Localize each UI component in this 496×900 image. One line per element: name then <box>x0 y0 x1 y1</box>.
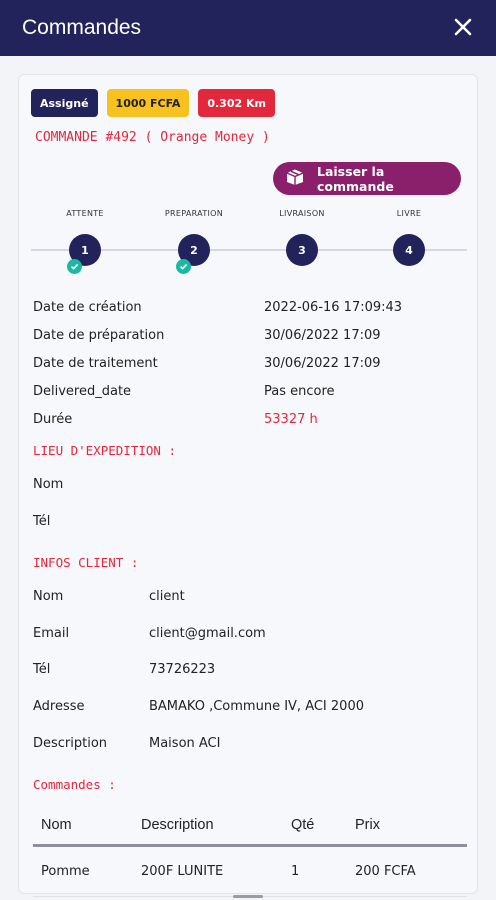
client-value: client <box>149 589 185 604</box>
client-value: Maison ACI <box>149 736 221 751</box>
leave-order-label: Laisser la commande <box>317 163 394 194</box>
detail-row: Date de préparation 30/06/2022 17:09 <box>33 321 473 349</box>
detail-row: Date de création 2022-06-16 17:09:43 <box>33 293 473 321</box>
detail-row: Durée 53327 h <box>33 405 473 433</box>
detail-key: Date de préparation <box>33 327 165 343</box>
cell-description: 200F LUNITE <box>141 864 224 879</box>
check-icon <box>176 259 191 274</box>
step-livre: LIVRE 4 <box>359 209 459 266</box>
cell-prix: 200 FCFA <box>355 864 416 879</box>
client-key: Adresse <box>33 699 85 714</box>
step-number: 3 <box>286 234 318 266</box>
commandes-section-title: Commandes : <box>33 777 116 792</box>
step-label: PREPARATION <box>164 209 224 218</box>
detail-row: Date de traitement 30/06/2022 17:09 <box>33 349 473 377</box>
distance-badge: 0.302 Km <box>198 89 275 117</box>
step-label: LIVRAISON <box>279 209 325 218</box>
client-value: 73726223 <box>149 662 216 677</box>
scroll-handle[interactable] <box>233 895 263 898</box>
client-row: Adresse BAMAKO ,Commune IV, ACI 2000 <box>33 699 364 714</box>
status-badge: Assigné <box>31 89 98 117</box>
order-title: COMMANDE #492 ( Orange Money ) <box>35 130 270 145</box>
detail-value: 30/06/2022 17:09 <box>264 355 381 371</box>
detail-row: Delivered_date Pas encore <box>33 377 473 405</box>
expedition-section-title: LIEU D'EXPEDITION : <box>33 443 176 458</box>
header-nom: Nom <box>41 816 72 833</box>
detail-key: Date de traitement <box>33 355 158 371</box>
header-qte: Qté <box>291 816 315 833</box>
price-badge: 1000 FCFA <box>106 89 190 117</box>
app-bar: Commandes <box>0 0 496 56</box>
client-row: Nom client <box>33 589 185 604</box>
step-label: ATTENTE <box>66 209 104 218</box>
badge-row: Assigné 1000 FCFA 0.302 Km <box>31 89 275 117</box>
expedition-tel-label: Tél <box>33 514 51 529</box>
header-description: Description <box>141 816 214 833</box>
package-icon <box>285 168 305 189</box>
order-details: Date de création 2022-06-16 17:09:43 Date… <box>33 293 473 433</box>
table-row: Pomme 200F LUNITE 1 200 FCFA <box>33 847 467 897</box>
order-stepper: ATTENTE 1 PREPARATION 2 LIVRAISON 3 LIVR… <box>31 209 467 279</box>
step-attente: ATTENTE 1 <box>35 209 135 274</box>
detail-key: Date de création <box>33 299 142 315</box>
step-number: 4 <box>393 234 425 266</box>
close-icon[interactable] <box>450 14 476 40</box>
detail-value: 30/06/2022 17:09 <box>264 327 381 343</box>
duration-value: 53327 h <box>264 411 318 427</box>
expedition-tel-row: Tél <box>33 514 149 529</box>
leave-order-button[interactable]: Laisser la commande <box>273 162 461 195</box>
cell-qte: 1 <box>291 864 300 879</box>
client-value: BAMAKO ,Commune IV, ACI 2000 <box>149 699 364 714</box>
detail-key: Durée <box>33 411 73 427</box>
step-label: LIVRE <box>396 209 422 218</box>
client-value: client@gmail.com <box>149 626 266 641</box>
client-row: Description Maison ACI <box>33 736 220 751</box>
order-card: Assigné 1000 FCFA 0.302 Km COMMANDE #492… <box>18 74 478 897</box>
table-header: Nom Description Qté Prix <box>33 805 467 847</box>
expedition-nom-row: Nom <box>33 477 149 492</box>
client-key: Email <box>33 626 70 641</box>
detail-value: 2022-06-16 17:09:43 <box>264 299 403 315</box>
step-livraison: LIVRAISON 3 <box>252 209 352 266</box>
header-prix: Prix <box>355 816 380 833</box>
cell-nom: Pomme <box>41 864 90 879</box>
commandes-table: Nom Description Qté Prix Pomme 200F LUNI… <box>33 805 467 897</box>
client-row: Email client@gmail.com <box>33 626 266 641</box>
page-title: Commandes <box>22 16 142 39</box>
client-key: Description <box>33 736 108 751</box>
client-key: Tél <box>33 662 51 677</box>
expedition-nom-label: Nom <box>33 477 64 492</box>
detail-value: Pas encore <box>264 383 335 399</box>
step-preparation: PREPARATION 2 <box>144 209 244 274</box>
client-section-title: INFOS CLIENT : <box>33 555 139 570</box>
client-row: Tél 73726223 <box>33 662 215 677</box>
client-key: Nom <box>33 589 64 604</box>
check-icon <box>67 259 82 274</box>
detail-key: Delivered_date <box>33 383 132 399</box>
